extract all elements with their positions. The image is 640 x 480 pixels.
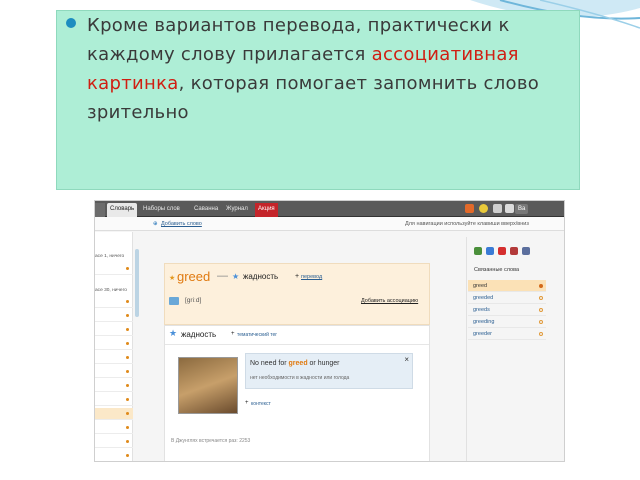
word-card: ★ greed — ★ жадность + перевод [ɡriːd] Д… [164,263,430,325]
example-box: No need for greed or hunger нет необходи… [245,353,413,389]
related-word-item[interactable]: greeded [468,292,546,304]
add-association-link[interactable]: Добавить ассоциацию [361,298,418,304]
add-context-link[interactable]: контекст [251,401,271,407]
translate-icon[interactable] [522,247,530,255]
add-translation-icon: + [295,273,300,280]
tab-word-sets[interactable]: Наборы слов [140,203,183,217]
list-item[interactable] [95,422,133,434]
notification-icon[interactable] [465,204,474,213]
example-translation: нет необходимости в жадности или голода [250,375,350,381]
related-word-item[interactable]: greeding [468,316,546,328]
book-source-icon[interactable] [510,247,518,255]
example-sentence: No need for greed or hunger [250,360,340,367]
slide-bullet-text: Кроме вариантов перевода, практически к … [87,11,567,127]
tab-promo[interactable]: Акция [255,203,278,217]
add-tag-icon: + [231,331,235,337]
book-icon[interactable] [505,204,514,213]
word-translation: жадность [243,272,279,281]
app-screenshot: Словарь Наборы слов Саванна Журнал Акция… [94,200,565,462]
app-top-bar: Словарь Наборы слов Саванна Журнал Акция… [95,201,564,217]
tab-savanna[interactable]: Саванна [191,203,221,217]
list-item[interactable] [95,380,133,392]
add-word-icon: ⊕ [153,221,158,227]
occurrence-count: В Джунглях встречается раз: 2253 [171,438,251,444]
speaker-icon[interactable] [169,297,179,305]
related-word-item[interactable]: greeds [468,304,546,316]
list-item[interactable] [95,296,133,308]
scrollbar[interactable] [135,249,139,317]
tag-title: жадность [181,330,217,339]
tag-card: ★ жадность + тематический тег No need fo… [164,325,430,461]
list-item[interactable] [95,352,133,364]
list-item[interactable] [95,450,133,461]
google-icon[interactable] [474,247,482,255]
add-translation-link[interactable]: перевод [301,274,322,280]
word-list: асе 1, ничего асе 30, ничего [95,232,133,461]
list-item[interactable] [95,394,133,406]
add-word-link[interactable]: Добавить слово [161,217,202,231]
related-word-item[interactable]: greeder [468,328,546,340]
lightbulb-icon[interactable] [479,204,488,213]
tag-star-icon: ★ [169,328,178,338]
list-item[interactable] [95,324,133,336]
word-dash: — [217,270,228,282]
association-picture [178,357,238,414]
wiki-icon[interactable] [498,247,506,255]
tab-journal[interactable]: Журнал [223,203,251,217]
translation-star-icon: ★ [232,272,240,281]
mail-icon[interactable] [493,204,502,213]
list-group-header: асе 1, ничего [95,254,125,259]
example-highlight-word: greed [288,360,308,367]
word-title: greed [177,269,211,284]
list-item[interactable] [95,263,133,275]
navigation-hint: Для навигации используйте клавиши вверх/… [405,221,529,227]
bullet-dot [66,18,76,28]
list-group-header: асе 30, ничего [95,288,127,293]
list-item[interactable] [95,310,133,322]
tab-dictionary[interactable]: Словарь [107,203,138,217]
add-context-icon: + [245,400,249,406]
list-item-selected[interactable] [95,408,133,420]
word-detail: ★ greed — ★ жадность + перевод [ɡriːd] Д… [152,261,445,461]
user-menu[interactable]: Ва [515,204,529,214]
close-icon[interactable]: × [404,355,409,364]
toolbar: ⊕ Добавить слово Для навигации используй… [95,217,564,231]
transcription: [ɡriːd] [185,297,202,304]
related-word-item[interactable]: greed [468,280,546,292]
related-words-panel: Связанные слова greed greeded greeds gre… [468,237,548,461]
add-tag-link[interactable]: тематический тег [237,332,277,338]
word-star-icon: ★ [169,275,176,282]
related-words-title: Связанные слова [474,267,520,273]
list-item[interactable] [95,436,133,448]
list-item[interactable] [95,338,133,350]
dictionary-icon[interactable] [486,247,494,255]
list-item[interactable] [95,366,133,378]
tab-prev[interactable] [95,203,105,217]
